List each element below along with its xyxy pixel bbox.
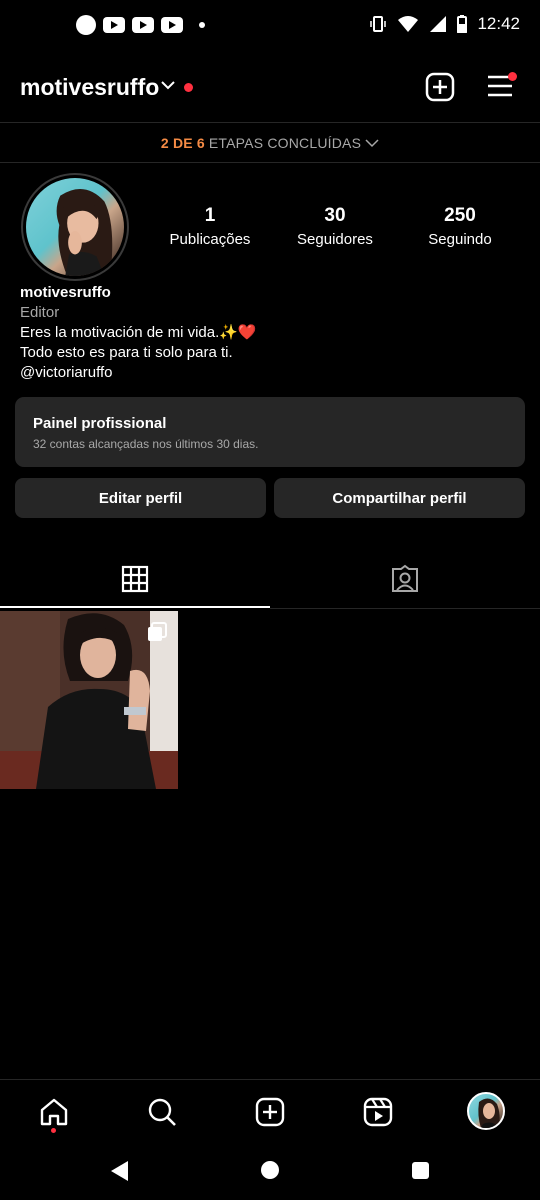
- back-icon[interactable]: [110, 1160, 130, 1182]
- search-icon: [148, 1098, 176, 1126]
- profile-category: Editor: [20, 304, 60, 321]
- youtube-icon: [132, 17, 154, 33]
- divider: [270, 608, 540, 609]
- signal-icon: [430, 16, 447, 32]
- tagged-icon: [392, 564, 418, 592]
- bio-line: Eres la motivación de mi vida.✨❤️: [20, 324, 257, 341]
- nav-create[interactable]: [250, 1092, 290, 1132]
- stat-label: Seguidores: [297, 231, 373, 248]
- active-tab-indicator: [0, 606, 270, 608]
- avatar-photo: [26, 178, 124, 276]
- nav-search[interactable]: [142, 1092, 182, 1132]
- wifi-icon: [398, 16, 419, 32]
- steps-label: ETAPAS CONCLUÍDAS: [208, 135, 362, 151]
- youtube-icon: [103, 17, 125, 33]
- stat-following[interactable]: 250 Seguindo: [400, 205, 520, 248]
- status-left-icons: [76, 15, 205, 35]
- stat-followers[interactable]: 30 Seguidores: [275, 205, 395, 248]
- stat-posts[interactable]: 1 Publicações: [150, 205, 270, 248]
- menu-notification-dot: [508, 72, 517, 81]
- profile-header: motivesruffo: [0, 52, 540, 122]
- professional-dashboard[interactable]: Painel profissional 32 contas alcançadas…: [15, 397, 525, 467]
- system-navigation-bar: [0, 1143, 540, 1200]
- tab-posts-grid[interactable]: [0, 550, 270, 608]
- stat-value: 1: [204, 205, 216, 226]
- nav-home[interactable]: [34, 1092, 74, 1132]
- bio-mention-link[interactable]: @victoriaruffo: [20, 363, 520, 383]
- home-icon: [40, 1098, 68, 1126]
- reels-icon: [363, 1097, 393, 1127]
- stat-value: 30: [324, 205, 346, 226]
- divider: [0, 162, 540, 163]
- stat-value: 250: [444, 205, 476, 226]
- recent-apps-icon[interactable]: [412, 1162, 429, 1179]
- post-thumbnail[interactable]: [0, 611, 178, 789]
- nav-profile-avatar[interactable]: [467, 1092, 505, 1130]
- status-right-icons: 12:42: [369, 14, 520, 34]
- stat-label: Seguindo: [428, 231, 492, 248]
- youtube-icon: [161, 17, 183, 33]
- bottom-navigation: [0, 1079, 540, 1143]
- home-notification-dot: [51, 1128, 56, 1133]
- home-button-icon[interactable]: [261, 1161, 279, 1179]
- nav-reels[interactable]: [358, 1092, 398, 1132]
- dot-icon: [199, 22, 205, 28]
- vibrate-icon: [370, 16, 387, 32]
- steps-progress: 2 DE 6: [160, 135, 205, 151]
- profile-avatar[interactable]: [21, 173, 129, 281]
- clock: 12:42: [477, 14, 520, 33]
- battery-icon: [457, 15, 468, 33]
- edit-profile-button[interactable]: Editar perfil: [15, 478, 266, 518]
- bio-line: Todo esto es para ti solo para ti.: [20, 344, 233, 361]
- chevron-down-icon: [365, 139, 379, 148]
- carousel-icon: [148, 622, 167, 641]
- grid-icon: [121, 565, 149, 593]
- tab-tagged[interactable]: [270, 550, 540, 608]
- account-switcher-username[interactable]: motivesruffo: [20, 74, 159, 101]
- profile-bio: motivesruffo Editor Eres la motivación d…: [20, 283, 520, 383]
- new-post-icon[interactable]: [425, 72, 455, 102]
- circle-icon: [76, 15, 96, 35]
- avatar-photo: [478, 1098, 500, 1128]
- panel-title: Painel profissional: [33, 415, 167, 432]
- chevron-down-icon[interactable]: [160, 78, 176, 92]
- notification-dot: [184, 83, 193, 92]
- create-icon: [255, 1097, 285, 1127]
- panel-subtitle: 32 contas alcançadas nos últimos 30 dias…: [33, 437, 259, 451]
- stat-label: Publicações: [169, 231, 251, 248]
- setup-steps-banner[interactable]: 2 DE 6 ETAPAS CONCLUÍDAS: [0, 123, 540, 163]
- share-profile-button[interactable]: Compartilhar perfil: [274, 478, 525, 518]
- status-bar: 12:42: [0, 0, 540, 52]
- profile-name: motivesruffo: [20, 284, 111, 301]
